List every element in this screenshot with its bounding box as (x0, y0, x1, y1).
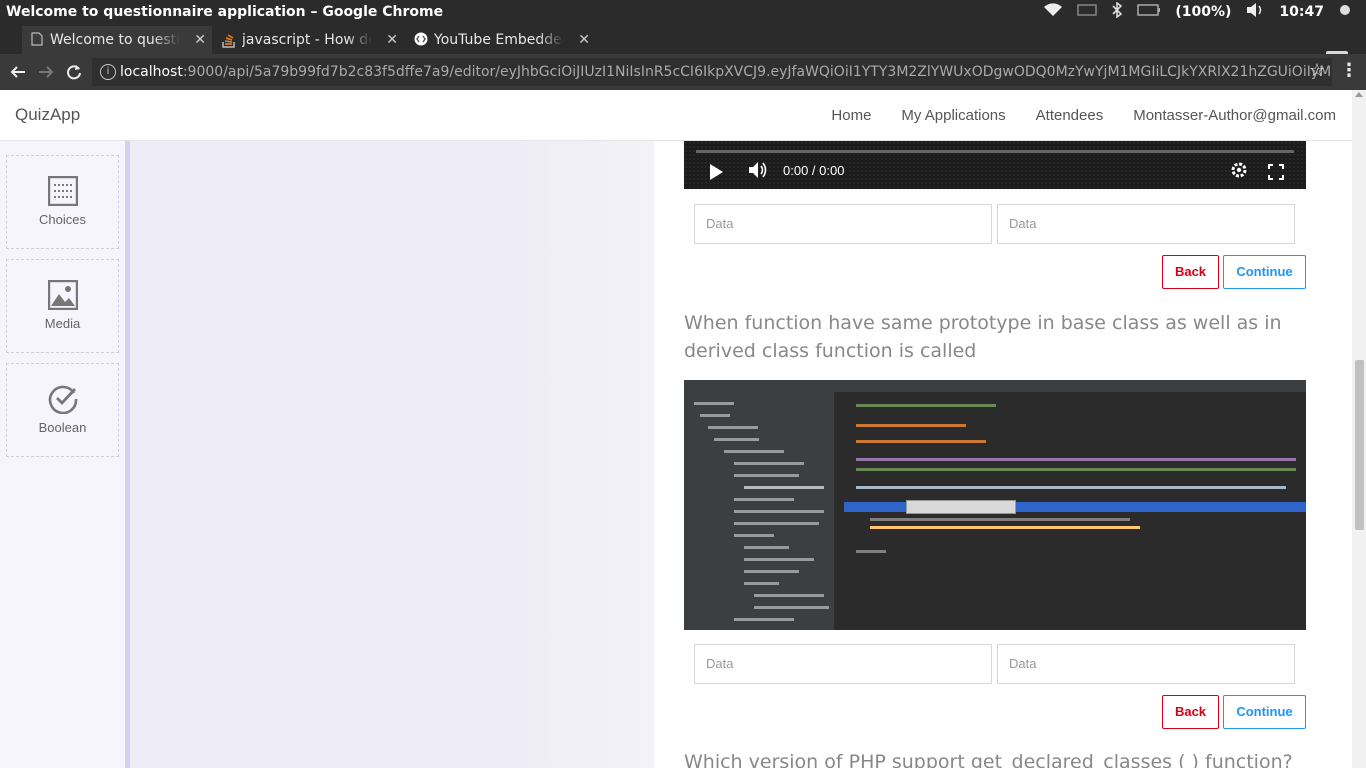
question-text: When function have same prototype in bas… (684, 312, 1282, 362)
tab-stackoverflow[interactable]: javascript - How do I embed ✕ (214, 26, 404, 54)
page-scrollbar[interactable] (1352, 90, 1366, 768)
check-circle-icon (48, 385, 77, 414)
tab-label: Welcome to questionnaire application (50, 32, 180, 48)
battery-percent: (100%) (1175, 4, 1232, 20)
close-icon[interactable]: ✕ (194, 32, 206, 48)
choices-icon (47, 176, 78, 206)
wifi-icon[interactable] (1043, 3, 1063, 21)
data-field[interactable]: Data (694, 644, 992, 684)
url-path: :9000/api/5a79b99fd7b2c83f5dffe7a9/edito… (182, 64, 1332, 80)
close-icon[interactable]: ✕ (578, 32, 590, 48)
url-host: localhost (120, 64, 183, 80)
continue-button[interactable]: Continue (1223, 695, 1306, 729)
nav-attendees[interactable]: Attendees (1036, 107, 1104, 124)
quiz-preview: 0:00 / 0:00 Data Data Back Continue When… (654, 141, 1338, 768)
forward-icon[interactable] (34, 60, 58, 84)
tab-youtube[interactable]: YouTube Embedded Players ✕ (406, 26, 596, 54)
keyboard-icon[interactable] (1077, 3, 1098, 21)
question-image (684, 380, 1306, 630)
tool-label: Media (44, 316, 81, 331)
google-developers-icon (414, 32, 428, 48)
tool-label: Boolean (38, 420, 87, 435)
ide-tooltip (906, 500, 1016, 514)
battery-icon[interactable] (1137, 3, 1161, 21)
data-field[interactable]: Data (694, 204, 992, 244)
back-icon[interactable] (6, 60, 30, 84)
address-bar[interactable]: i localhost:9000/api/5a79b99fd7b2c83f5df… (92, 58, 1332, 86)
gear-icon[interactable] (1230, 161, 1248, 184)
nav-home[interactable]: Home (831, 107, 871, 124)
back-button[interactable]: Back (1162, 255, 1219, 289)
tab-strip: Welcome to questionnaire application ✕ j… (0, 24, 1366, 72)
ide-project-tree (684, 392, 834, 630)
volume-icon[interactable] (748, 161, 768, 184)
tab-label: YouTube Embedded Players (434, 32, 564, 48)
reload-icon[interactable] (62, 60, 86, 84)
editor-canvas[interactable] (130, 141, 654, 768)
bluetooth-icon[interactable] (1111, 1, 1123, 22)
ide-toolbar (684, 380, 1306, 392)
os-status-area: (100%) 10:47 (1043, 0, 1366, 24)
continue-button[interactable]: Continue (1223, 255, 1306, 289)
tool-media[interactable]: Media (6, 259, 119, 353)
next-question-text: Which version of PHP support get_declare… (684, 751, 1293, 768)
bookmark-star-icon[interactable]: ☆ (1306, 60, 1328, 84)
browser-toolbar: i localhost:9000/api/5a79b99fd7b2c83f5df… (0, 54, 1366, 90)
play-icon[interactable] (710, 164, 723, 180)
tab-questionnaire[interactable]: Welcome to questionnaire application ✕ (22, 26, 212, 54)
fullscreen-icon[interactable] (1268, 164, 1284, 180)
video-player[interactable]: 0:00 / 0:00 (684, 141, 1306, 189)
settings-icon[interactable] (1338, 3, 1352, 21)
app-navbar: QuizApp Home My Applications Attendees M… (0, 90, 1352, 141)
data-field[interactable]: Data (997, 644, 1295, 684)
web-page: QuizApp Home My Applications Attendees M… (0, 90, 1366, 768)
clock: 10:47 (1279, 4, 1324, 20)
close-icon[interactable]: ✕ (386, 32, 398, 48)
scroll-up-arrow[interactable] (1355, 92, 1363, 97)
brand-logo[interactable]: QuizApp (15, 105, 80, 125)
info-icon[interactable]: i (100, 64, 116, 80)
tab-label: javascript - How do I embed (242, 32, 372, 48)
scrollbar-thumb[interactable] (1355, 360, 1364, 530)
video-progress-bar[interactable] (696, 150, 1294, 153)
back-button[interactable]: Back (1162, 695, 1219, 729)
chrome-menu-icon[interactable]: ⋮ (1338, 60, 1360, 84)
window-title: Welcome to questionnaire application – G… (6, 4, 444, 20)
nav-my-applications[interactable]: My Applications (901, 107, 1005, 124)
nav-user-email[interactable]: Montasser-Author@gmail.com (1133, 107, 1336, 124)
volume-icon[interactable] (1245, 2, 1265, 22)
nav-links: Home My Applications Attendees Montasser… (831, 90, 1336, 140)
data-field[interactable]: Data (997, 204, 1295, 244)
image-icon (47, 280, 78, 310)
tool-label: Choices (39, 212, 86, 227)
video-time: 0:00 / 0:00 (783, 163, 845, 178)
page-icon (30, 32, 44, 48)
tool-boolean[interactable]: Boolean (6, 363, 119, 457)
tool-choices[interactable]: Choices (6, 155, 119, 249)
os-top-bar: Welcome to questionnaire application – G… (0, 0, 1366, 24)
stackoverflow-icon (222, 32, 236, 48)
tool-palette: Choices Media Boolean (0, 141, 125, 768)
